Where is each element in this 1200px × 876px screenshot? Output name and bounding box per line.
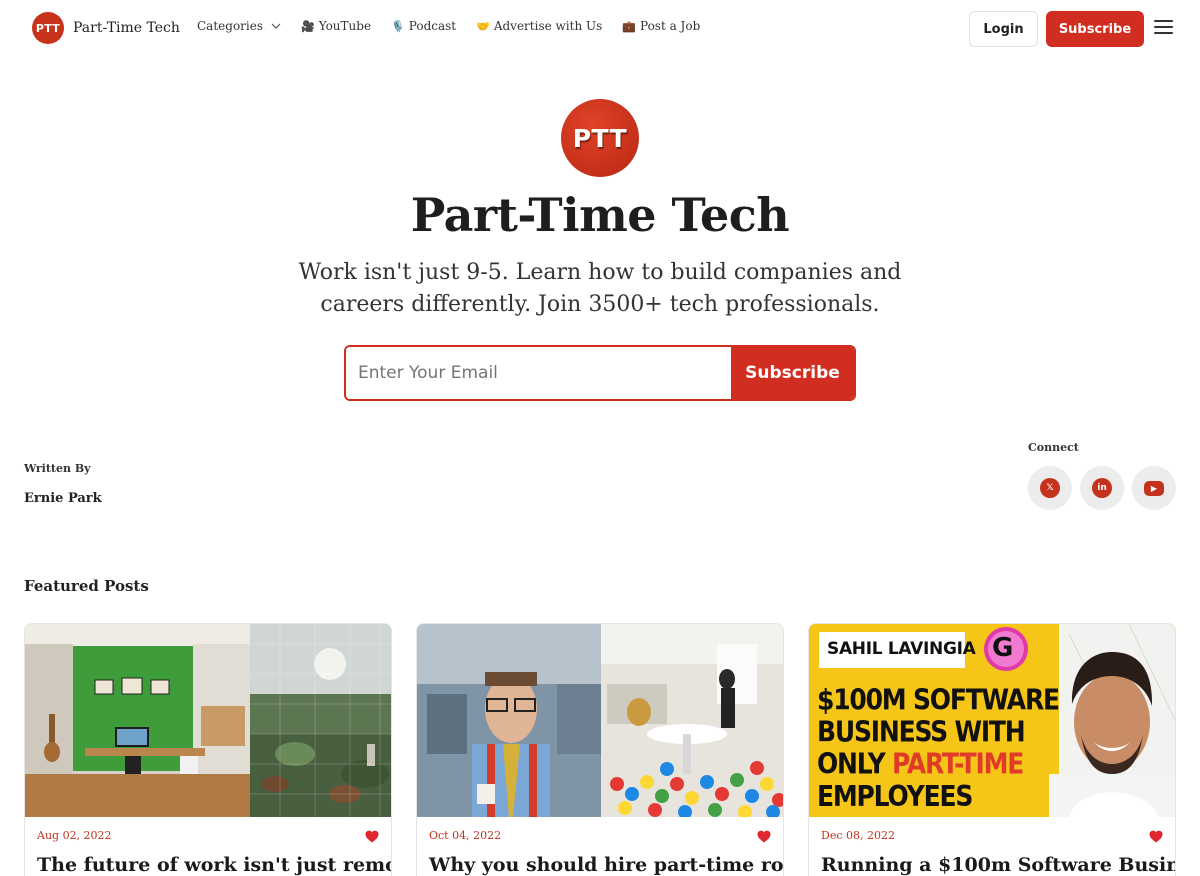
thumbnail-line-3: ONLY PART-TIME xyxy=(817,748,1059,780)
thumbnail-headline: $100M SOFTWARE BUSINESS WITH ONLY PART-T… xyxy=(817,682,1060,813)
nav-podcast[interactable]: 🎙️ Podcast xyxy=(391,19,456,33)
brand-logo-icon: PTT xyxy=(32,12,64,44)
post-title[interactable]: The future of work isn't just remote, xyxy=(37,854,391,876)
nav-post-job-label: Post a Job xyxy=(639,19,701,33)
post-title[interactable]: Why you should hire part-time roles xyxy=(429,854,783,876)
post-thumbnail xyxy=(417,624,783,817)
g-logo-icon: G xyxy=(992,633,1014,663)
post-card[interactable]: Aug 02, 2022 The future of work isn't ju… xyxy=(24,623,392,876)
nav-podcast-label: Podcast xyxy=(408,19,457,33)
hero-subscribe-button[interactable]: Subscribe xyxy=(730,347,854,399)
post-date: Oct 04, 2022 xyxy=(429,829,502,842)
nav-advertise[interactable]: 🤝 Advertise with Us xyxy=(476,19,602,33)
heart-icon[interactable] xyxy=(757,830,771,843)
nav-youtube[interactable]: 🎥 YouTube xyxy=(301,19,371,33)
publication-title: Part-Time Tech xyxy=(410,188,790,242)
post-title[interactable]: Running a $100m Software Business xyxy=(821,854,1175,876)
thumbnail-line-3b: PART-TIME xyxy=(892,747,1024,781)
nav-youtube-label: YouTube xyxy=(318,19,372,33)
youtube-icon: ▶ xyxy=(1144,480,1164,496)
thumbnail-name-text: SAHIL LAVINGIA xyxy=(827,639,976,659)
author-name-link[interactable]: Ernie Park xyxy=(24,491,102,506)
main-nav: Categories 🎥 YouTube 🎙️ Podcast 🤝 Advert… xyxy=(197,19,720,33)
email-input[interactable] xyxy=(346,347,731,399)
x-twitter-link[interactable]: 𝕏 xyxy=(1028,466,1072,510)
youtube-link[interactable]: ▶ xyxy=(1132,466,1176,510)
publication-logo: PTT xyxy=(561,99,639,177)
video-camera-icon: 🎥 xyxy=(301,19,315,33)
post-card[interactable]: Oct 04, 2022 Why you should hire part-ti… xyxy=(416,623,784,876)
nav-advertise-label: Advertise with Us xyxy=(493,19,603,33)
top-navigation-bar: PTT Part-Time Tech Categories 🎥 YouTube … xyxy=(0,0,1200,56)
heart-icon[interactable] xyxy=(1149,830,1163,843)
thumbnail-line-3a: ONLY xyxy=(817,747,893,781)
thumbnail-line-4: EMPLOYEES xyxy=(817,779,973,813)
nav-post-job[interactable]: 💼 Post a Job xyxy=(622,19,700,33)
login-button[interactable]: Login xyxy=(969,11,1038,47)
hamburger-menu-icon[interactable] xyxy=(1154,20,1174,36)
briefcase-icon: 💼 xyxy=(622,19,636,33)
nav-categories-label: Categories xyxy=(197,19,263,33)
email-signup-form: Subscribe xyxy=(344,345,856,401)
nav-categories[interactable]: Categories xyxy=(197,19,281,33)
connect-label: Connect xyxy=(1028,441,1079,454)
linkedin-icon: in xyxy=(1092,478,1112,498)
linkedin-link[interactable]: in xyxy=(1080,466,1124,510)
handshake-icon: 🤝 xyxy=(476,19,490,33)
chevron-down-icon xyxy=(271,23,281,29)
brand-name: Part-Time Tech xyxy=(73,20,180,36)
post-thumbnail xyxy=(25,624,391,817)
heart-icon[interactable] xyxy=(365,830,379,843)
x-twitter-icon: 𝕏 xyxy=(1040,478,1060,498)
thumbnail-line-2: BUSINESS WITH xyxy=(817,715,1026,749)
post-card[interactable]: SAHIL LAVINGIA G $100M SOFTWARE BUSINESS… xyxy=(808,623,1176,876)
thumbnail-line-1: $100M SOFTWARE xyxy=(817,682,1060,717)
publication-tagline: Work isn't just 9-5. Learn how to build … xyxy=(298,260,902,317)
post-thumbnail: SAHIL LAVINGIA G $100M SOFTWARE BUSINESS… xyxy=(809,624,1175,817)
microphone-icon: 🎙️ xyxy=(391,19,405,33)
brand-home-link[interactable]: PTT Part-Time Tech xyxy=(32,12,180,44)
header-subscribe-button[interactable]: Subscribe xyxy=(1046,11,1144,47)
post-date: Aug 02, 2022 xyxy=(37,829,112,842)
written-by-label: Written By xyxy=(24,462,91,475)
featured-posts-heading: Featured Posts xyxy=(24,577,149,595)
post-date: Dec 08, 2022 xyxy=(821,829,895,842)
